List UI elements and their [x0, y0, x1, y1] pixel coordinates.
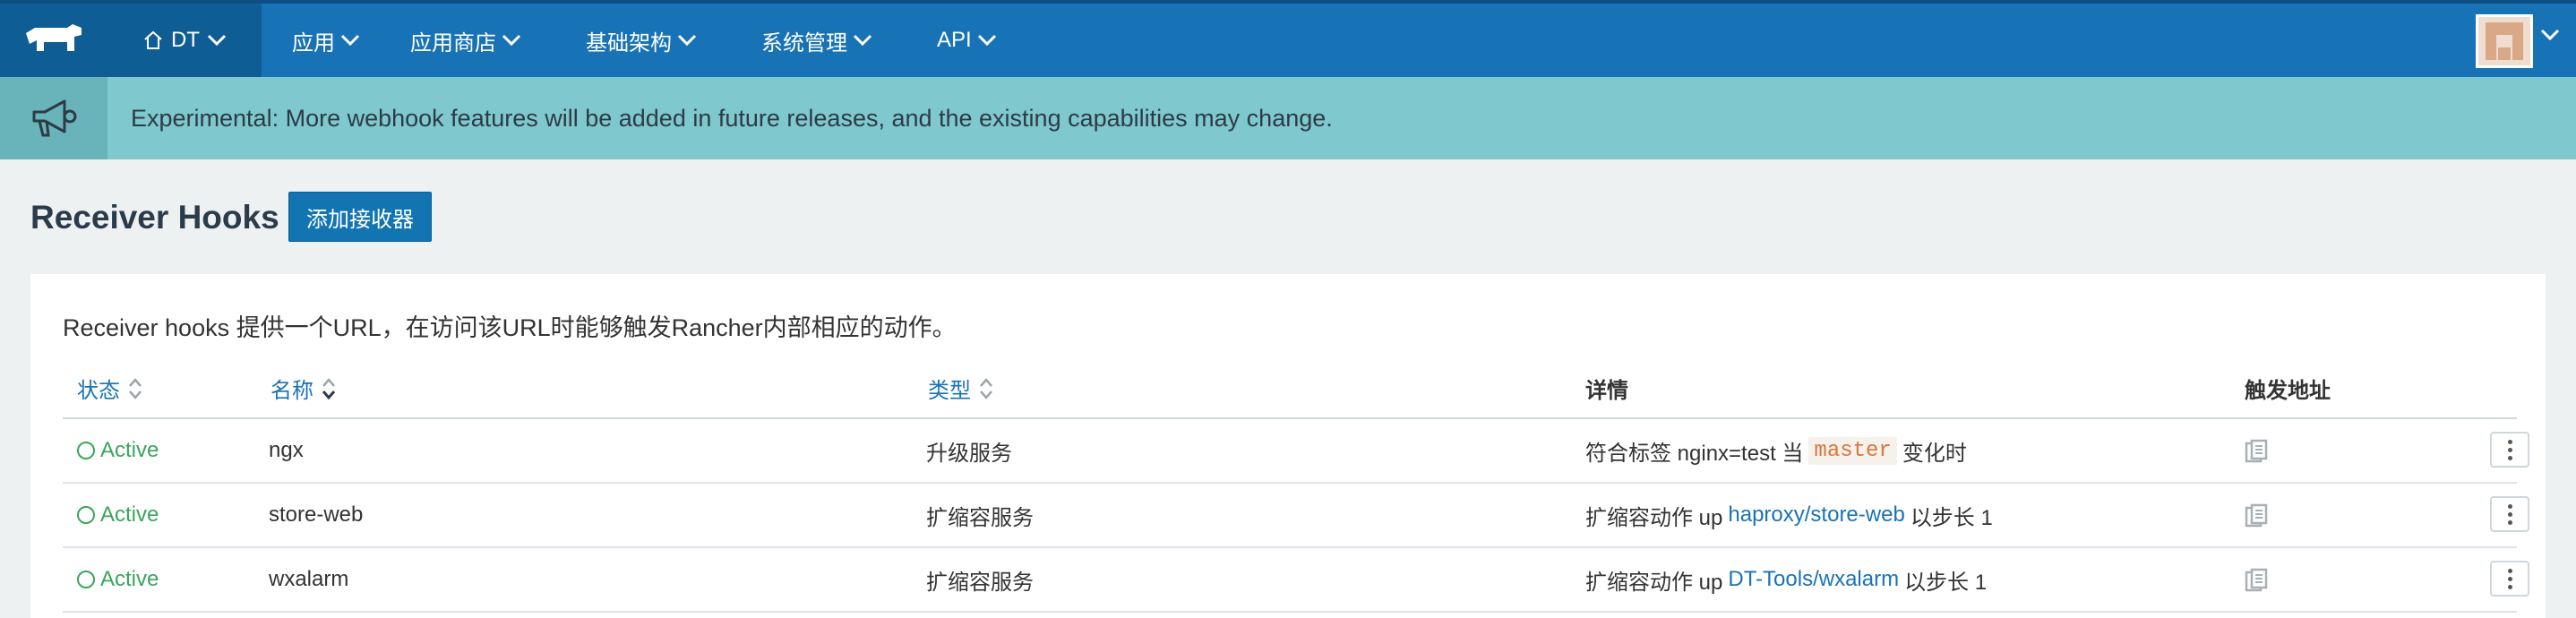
status-circle-icon — [77, 506, 95, 524]
nav-item-catalog[interactable]: 应用商店 — [410, 4, 521, 77]
detail-text: 符合标签 nginx=test 当 — [1585, 441, 1804, 466]
sort-icon — [980, 377, 992, 399]
detail-text: 扩缩容动作 up — [1585, 505, 1723, 530]
chevron-down-icon[interactable] — [2540, 29, 2560, 41]
user-avatar[interactable] — [2476, 14, 2533, 68]
rancher-logo[interactable] — [0, 4, 107, 77]
kebab-dot — [2507, 455, 2512, 460]
status-badge: Active — [77, 419, 159, 482]
detail-text: 变化时 — [1902, 441, 1967, 466]
sort-icon — [129, 377, 142, 399]
status-badge: Active — [77, 484, 159, 546]
kebab-dot — [2507, 568, 2512, 573]
table-row: Active ngx 升级服务 符合标签 nginx=test 当 master… — [63, 419, 2529, 484]
column-header-label: 状态 — [77, 379, 120, 403]
nav-item-apps[interactable]: 应用 — [292, 4, 360, 77]
avatar-identicon — [2478, 17, 2530, 65]
page-title: Receiver Hooks — [30, 199, 279, 236]
hook-name: store-web — [269, 502, 364, 527]
status-label: Active — [100, 502, 159, 527]
environment-name: DT — [171, 28, 200, 52]
nav-item-label: 应用商店 — [410, 30, 496, 56]
status-badge: Active — [77, 548, 159, 611]
hook-details: 扩缩容动作 up haproxy/store-web 以步长 1 — [1585, 484, 1993, 546]
kebab-dot — [2507, 511, 2512, 517]
status-label: Active — [100, 567, 159, 591]
hook-type: 升级服务 — [926, 441, 1012, 466]
service-link[interactable]: haproxy/store-web — [1728, 502, 1904, 528]
table-row: Active wxalarm 扩缩容服务 扩缩容动作 up DT-Tools/w… — [63, 548, 2529, 613]
kebab-dot — [2507, 447, 2512, 452]
column-header-label: 类型 — [928, 379, 971, 403]
nav-item-label: 系统管理 — [761, 30, 847, 56]
column-header-label: 详情 — [1585, 379, 1628, 403]
hook-name: ngx — [269, 438, 304, 462]
kebab-dot — [2507, 439, 2512, 444]
home-icon — [144, 30, 162, 49]
hook-type: 扩缩容服务 — [926, 570, 1034, 595]
column-header-trigger: 触发地址 — [2245, 373, 2331, 404]
status-circle-icon — [77, 442, 95, 459]
hook-details: 符合标签 nginx=test 当 master 变化时 — [1585, 419, 1967, 482]
service-link[interactable]: DT-Tools/wxalarm — [1728, 567, 1899, 592]
row-actions-button[interactable] — [2490, 496, 2529, 532]
kebab-dot — [2507, 584, 2512, 589]
hook-details: 扩缩容动作 up DT-Tools/wxalarm 以步长 1 — [1585, 548, 1987, 611]
receiver-hooks-card: Receiver hooks 提供一个URL，在访问该URL时能够触发Ranch… — [30, 274, 2546, 618]
column-header-label: 名称 — [270, 379, 313, 403]
chevron-down-icon — [853, 34, 872, 47]
column-header-label: 触发地址 — [2245, 379, 2331, 403]
detail-code: master — [1808, 436, 1897, 465]
column-header-status[interactable]: 状态 — [77, 373, 143, 404]
page-description: Receiver hooks 提供一个URL，在访问该URL时能够触发Ranch… — [63, 314, 957, 341]
nav-item-label: 应用 — [292, 30, 335, 56]
environment-switcher[interactable]: DT — [107, 4, 262, 77]
row-actions-button[interactable] — [2490, 432, 2529, 468]
add-receiver-button[interactable]: 添加接收器 — [288, 192, 432, 242]
banner-message: Experimental: More webhook features will… — [131, 105, 1333, 132]
chevron-down-icon — [207, 34, 227, 47]
experimental-banner: Experimental: More webhook features will… — [0, 77, 2576, 159]
column-header-type[interactable]: 类型 — [928, 373, 994, 404]
kebab-dot — [2507, 519, 2512, 525]
nav-item-label: API — [937, 28, 972, 52]
clipboard-copy-icon[interactable] — [2245, 503, 2268, 528]
chevron-down-icon — [677, 34, 697, 47]
nav-item-label: 基础架构 — [586, 30, 672, 56]
status-circle-icon — [77, 571, 95, 588]
detail-text: 以步长 1 — [1910, 505, 1993, 530]
top-nav: DT 应用 应用商店 基础架构 系统管理 API — [0, 0, 2576, 77]
nav-item-admin[interactable]: 系统管理 — [761, 4, 872, 77]
clipboard-copy-icon[interactable] — [2245, 439, 2268, 464]
nav-item-api[interactable]: API — [937, 4, 997, 77]
column-header-name[interactable]: 名称 — [270, 373, 337, 404]
hook-type: 扩缩容服务 — [926, 505, 1034, 530]
megaphone-icon — [32, 99, 77, 137]
chevron-down-icon — [977, 34, 996, 47]
kebab-dot — [2507, 576, 2512, 581]
table-row: Active store-web 扩缩容服务 扩缩容动作 up haproxy/… — [63, 484, 2529, 548]
banner-icon-box — [0, 77, 107, 159]
sort-descending-icon — [322, 377, 336, 399]
hook-name: wxalarm — [269, 567, 349, 591]
rancher-cow-icon — [26, 24, 82, 51]
clipboard-copy-icon[interactable] — [2245, 568, 2268, 593]
status-label: Active — [100, 438, 159, 462]
chevron-down-icon — [502, 34, 521, 47]
detail-text: 扩缩容动作 up — [1585, 570, 1723, 595]
kebab-dot — [2507, 503, 2512, 509]
chevron-down-icon — [340, 34, 360, 47]
row-actions-button[interactable] — [2490, 561, 2529, 597]
column-header-details: 详情 — [1585, 373, 1628, 404]
nav-item-infrastructure[interactable]: 基础架构 — [586, 4, 697, 77]
detail-text: 以步长 1 — [1904, 570, 1988, 595]
